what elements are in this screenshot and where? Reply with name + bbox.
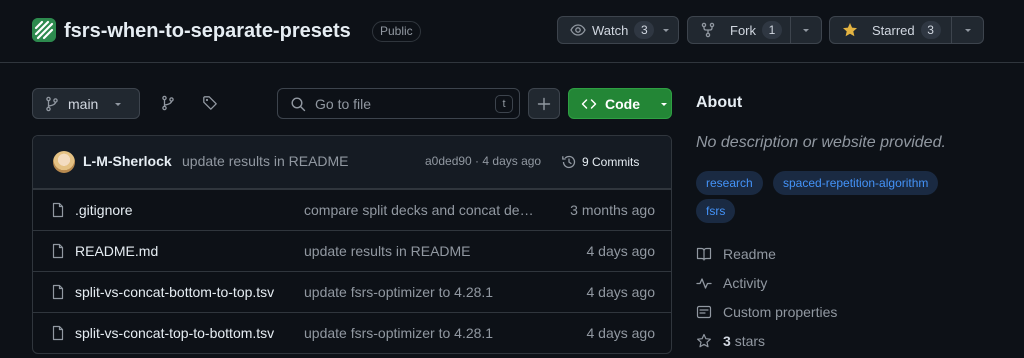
- chevron-down-icon: [658, 98, 670, 110]
- file-row[interactable]: split-vs-concat-bottom-to-top.tsv update…: [33, 271, 671, 312]
- chevron-down-icon: [660, 24, 672, 36]
- activity-label: Activity: [723, 275, 768, 291]
- commit-author-link[interactable]: L-M-Sherlock: [83, 153, 172, 169]
- visibility-badge: Public: [372, 21, 421, 42]
- chevron-down-icon: [112, 98, 124, 110]
- about-heading: About: [696, 94, 743, 111]
- readme-link[interactable]: Readme: [696, 246, 776, 262]
- repo-name-link[interactable]: fsrs-when-to-separate-presets: [64, 18, 351, 44]
- keyboard-shortcut-hint: t: [495, 95, 513, 113]
- commit-hash-time[interactable]: a0ded90 · 4 days ago: [425, 154, 541, 168]
- file-commit-message-link[interactable]: update fsrs-optimizer to 4.28.1: [304, 284, 540, 300]
- file-name-link[interactable]: .gitignore: [75, 202, 275, 218]
- star-icon: [696, 333, 712, 349]
- file-name-link[interactable]: split-vs-concat-top-to-bottom.tsv: [75, 325, 275, 341]
- starred-button[interactable]: Starred 3: [829, 16, 984, 44]
- fork-count: 1: [762, 21, 782, 39]
- file-icon: [50, 243, 66, 259]
- file-icon: [50, 202, 66, 218]
- stars-count: 3: [723, 333, 731, 349]
- file-commit-date: 4 days ago: [586, 325, 656, 341]
- book-icon: [696, 246, 712, 262]
- commits-count-label: 9 Commits: [582, 155, 640, 169]
- tag-icon[interactable]: [202, 95, 218, 111]
- code-icon: [581, 96, 597, 112]
- note-icon: [696, 304, 712, 320]
- go-to-file-search[interactable]: t: [277, 88, 520, 119]
- branches-icon[interactable]: [160, 95, 176, 111]
- fork-button[interactable]: Fork 1: [687, 16, 822, 44]
- file-icon: [50, 325, 66, 341]
- avatar[interactable]: [53, 151, 75, 173]
- branch-selector[interactable]: main: [32, 88, 140, 119]
- watch-label: Watch: [592, 22, 629, 38]
- watch-count: 3: [634, 21, 655, 39]
- topic-tag[interactable]: research: [696, 171, 763, 195]
- branch-icon: [44, 96, 60, 112]
- custom-properties-link[interactable]: Custom properties: [696, 304, 837, 320]
- fork-dropdown-button[interactable]: [790, 17, 821, 43]
- eye-icon: [570, 22, 586, 38]
- file-commit-date: 4 days ago: [586, 284, 656, 300]
- go-to-file-input[interactable]: [315, 95, 485, 112]
- about-description: No description or website provided.: [696, 134, 946, 151]
- file-commit-message-link[interactable]: compare split decks and concat decks: [304, 202, 540, 218]
- fork-label: Fork: [730, 22, 756, 38]
- commits-link[interactable]: 9 Commits: [561, 154, 639, 170]
- branch-name: main: [68, 95, 99, 112]
- file-row[interactable]: split-vs-concat-top-to-bottom.tsv update…: [33, 312, 671, 353]
- search-icon: [290, 96, 306, 112]
- pulse-icon: [696, 275, 712, 291]
- star-icon: [842, 22, 858, 38]
- history-icon: [561, 154, 577, 170]
- chevron-down-icon: [962, 24, 974, 36]
- code-label: Code: [605, 95, 640, 112]
- plus-icon: [536, 96, 552, 112]
- latest-commit-bar: L-M-Sherlock update results in README a0…: [33, 136, 671, 189]
- readme-label: Readme: [723, 246, 776, 262]
- repo-header: fsrs-when-to-separate-presets Public Wat…: [0, 0, 1024, 63]
- file-commit-message-link[interactable]: update fsrs-optimizer to 4.28.1: [304, 325, 540, 341]
- star-list-dropdown-button[interactable]: [951, 17, 983, 43]
- file-name-link[interactable]: split-vs-concat-bottom-to-top.tsv: [75, 284, 275, 300]
- commit-message-link[interactable]: update results in README: [182, 153, 349, 169]
- starred-label: Starred: [872, 22, 915, 38]
- stars-label: stars: [734, 333, 766, 349]
- file-row[interactable]: .gitignore compare split decks and conca…: [33, 189, 671, 230]
- file-row[interactable]: README.md update results in README 4 day…: [33, 230, 671, 271]
- stars-link[interactable]: 3 stars: [696, 333, 765, 349]
- file-commit-date: 3 months ago: [570, 202, 655, 218]
- file-commit-date: 4 days ago: [586, 243, 656, 259]
- watch-button[interactable]: Watch 3: [557, 16, 679, 44]
- file-commit-message-link[interactable]: update results in README: [304, 243, 540, 259]
- star-count: 3: [920, 21, 941, 39]
- code-button[interactable]: Code: [568, 88, 672, 119]
- fork-icon: [700, 22, 716, 38]
- topic-tag[interactable]: fsrs: [696, 199, 736, 223]
- chevron-down-icon: [800, 24, 812, 36]
- add-file-button[interactable]: [528, 88, 560, 119]
- file-name-link[interactable]: README.md: [75, 243, 275, 259]
- activity-link[interactable]: Activity: [696, 275, 767, 291]
- file-icon: [50, 284, 66, 300]
- custom-properties-label: Custom properties: [723, 304, 838, 320]
- file-browser: L-M-Sherlock update results in README a0…: [32, 135, 672, 354]
- repo-logo-icon[interactable]: [32, 18, 56, 42]
- topic-tag[interactable]: spaced-repetition-algorithm: [773, 171, 939, 195]
